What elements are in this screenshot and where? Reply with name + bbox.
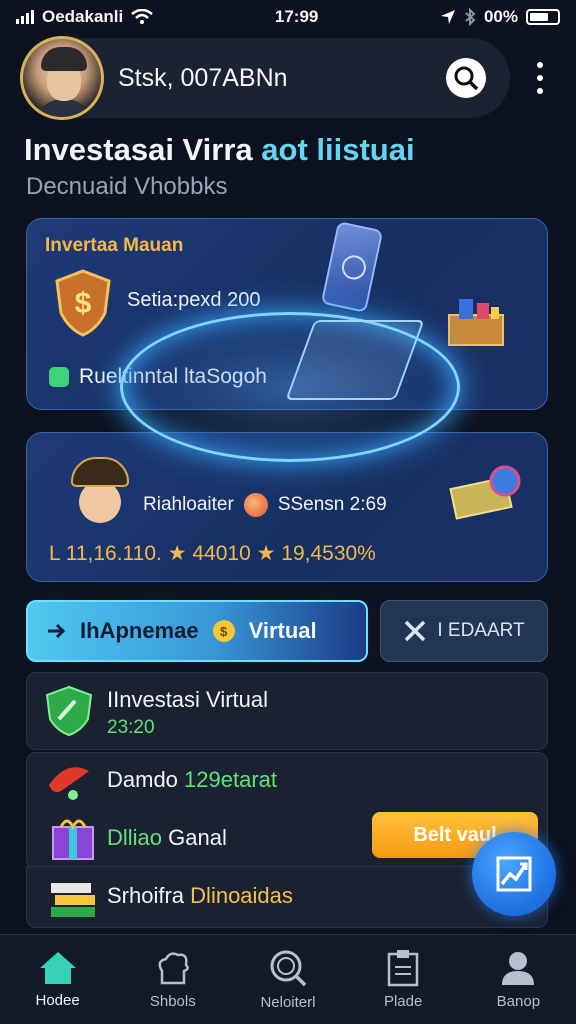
primary-button-accent: Virtual — [248, 618, 317, 643]
list-item-label-accent: Dlinoaidas — [190, 883, 293, 908]
virtual-invest-button[interactable]: IhApnemae $ Virtual — [26, 600, 368, 662]
chart-growth-icon — [496, 856, 532, 892]
battery-percent: 00% — [483, 7, 518, 26]
list-item[interactable]: Srhoifra Dlinoaidas — [26, 866, 548, 928]
card2-values: L 11,16.110. ★ 44010 ★ 19,4530% — [49, 542, 376, 565]
cross-tools-icon — [405, 620, 426, 642]
profile-header: Stsk, 007ABNn — [20, 36, 510, 120]
list-item-label: Damdo 129etarat — [107, 767, 277, 793]
status-bar: Oedakanli 17:99 00% — [0, 0, 576, 34]
page-subtitle: Decnuaid Vhobbks — [26, 173, 228, 200]
primary-button-label: IhApnemae — [80, 618, 199, 643]
list-item-label-green: Dlliao — [107, 825, 163, 850]
bottom-nav: Hodee Shbols Neloiterl Plade Banop — [0, 934, 576, 1024]
chef-hat-icon — [158, 952, 189, 985]
list-item[interactable]: IInvestasi Virtual 23:20 — [26, 672, 548, 750]
carrier-name: Oedakanli — [42, 7, 124, 26]
list-item-label-text: Damdo — [107, 767, 178, 792]
coin-icon: $ — [212, 620, 235, 642]
signal-icon — [16, 10, 34, 24]
arrow-right-icon — [48, 623, 66, 639]
card2-row-right: SSensn 2:69 — [277, 494, 387, 515]
clipboard-icon — [387, 950, 419, 987]
card2-row: Riahloaiter SSensn 2:69 — [143, 493, 387, 517]
list-item-label: Srhoifra Dlinoaidas — [107, 883, 293, 909]
svg-text:$: $ — [75, 287, 92, 320]
nav-label: Hodee — [35, 992, 80, 1009]
page-title: Investasai Virra aot liistuai — [24, 132, 415, 168]
avatar[interactable] — [20, 36, 104, 120]
card-stat: Setia:pexd 200 — [127, 289, 261, 311]
status-time: 17:99 — [274, 7, 319, 26]
treasure-box-icon — [448, 299, 504, 346]
nav-label: Plade — [383, 993, 423, 1010]
list-item-label-value: 129etarat — [184, 767, 278, 792]
gift-box-icon — [52, 819, 94, 860]
page-title-main: Investasai Virra — [24, 132, 253, 167]
bluetooth-icon — [465, 8, 476, 26]
home-icon — [39, 952, 76, 984]
status-chip-icon — [49, 367, 69, 387]
secondary-button[interactable]: I EDAART — [380, 600, 548, 662]
merchant-avatar-icon — [67, 457, 133, 527]
card-label: Invertaa Mauan — [45, 235, 184, 256]
nav-profile[interactable]: Banop — [463, 949, 573, 1010]
nav-label: Shbols — [149, 993, 196, 1010]
nav-shops[interactable]: Shbols — [118, 949, 228, 1010]
shield-dollar-icon: $ — [55, 269, 111, 337]
list-item-label: Dlliao Ganal — [107, 825, 227, 851]
green-shield-icon — [45, 685, 93, 737]
nav-label: Neloiterl — [260, 994, 316, 1011]
nav-label: Banop — [496, 993, 541, 1010]
card2-row-left: Riahloaiter — [143, 494, 234, 515]
money-stack-icon — [449, 465, 521, 520]
phone-gadget-icon — [320, 221, 384, 313]
chili-icon — [49, 767, 89, 800]
search-icon — [270, 950, 307, 987]
battery-icon — [526, 9, 560, 25]
wifi-icon — [131, 9, 154, 24]
book-stack-icon — [51, 883, 95, 917]
list-item-value: 23:20 — [107, 717, 155, 738]
profile-icon — [502, 952, 535, 985]
search-icon — [454, 66, 479, 91]
orange-coin-icon — [243, 493, 268, 517]
list-item-title: IInvestasi Virtual — [107, 687, 269, 712]
nav-search[interactable]: Neloiterl — [233, 948, 343, 1011]
list-item-label-text: Ganal — [168, 825, 227, 850]
chart-fab-button[interactable] — [472, 832, 556, 916]
header-title: Stsk, 007ABNn — [118, 63, 288, 92]
page-title-accent: aot liistuai — [261, 132, 415, 167]
list-item-label-text: Srhoifra — [107, 883, 185, 908]
secondary-button-label: I EDAART — [437, 620, 525, 641]
more-menu-button[interactable] — [530, 58, 550, 98]
status-left: Oedakanli — [16, 7, 154, 27]
status-right: 00% — [440, 7, 560, 27]
nav-place[interactable]: Plade — [348, 949, 458, 1010]
location-arrow-icon — [440, 10, 455, 24]
nav-home[interactable]: Hodee — [3, 950, 113, 1009]
search-button[interactable] — [446, 58, 486, 98]
